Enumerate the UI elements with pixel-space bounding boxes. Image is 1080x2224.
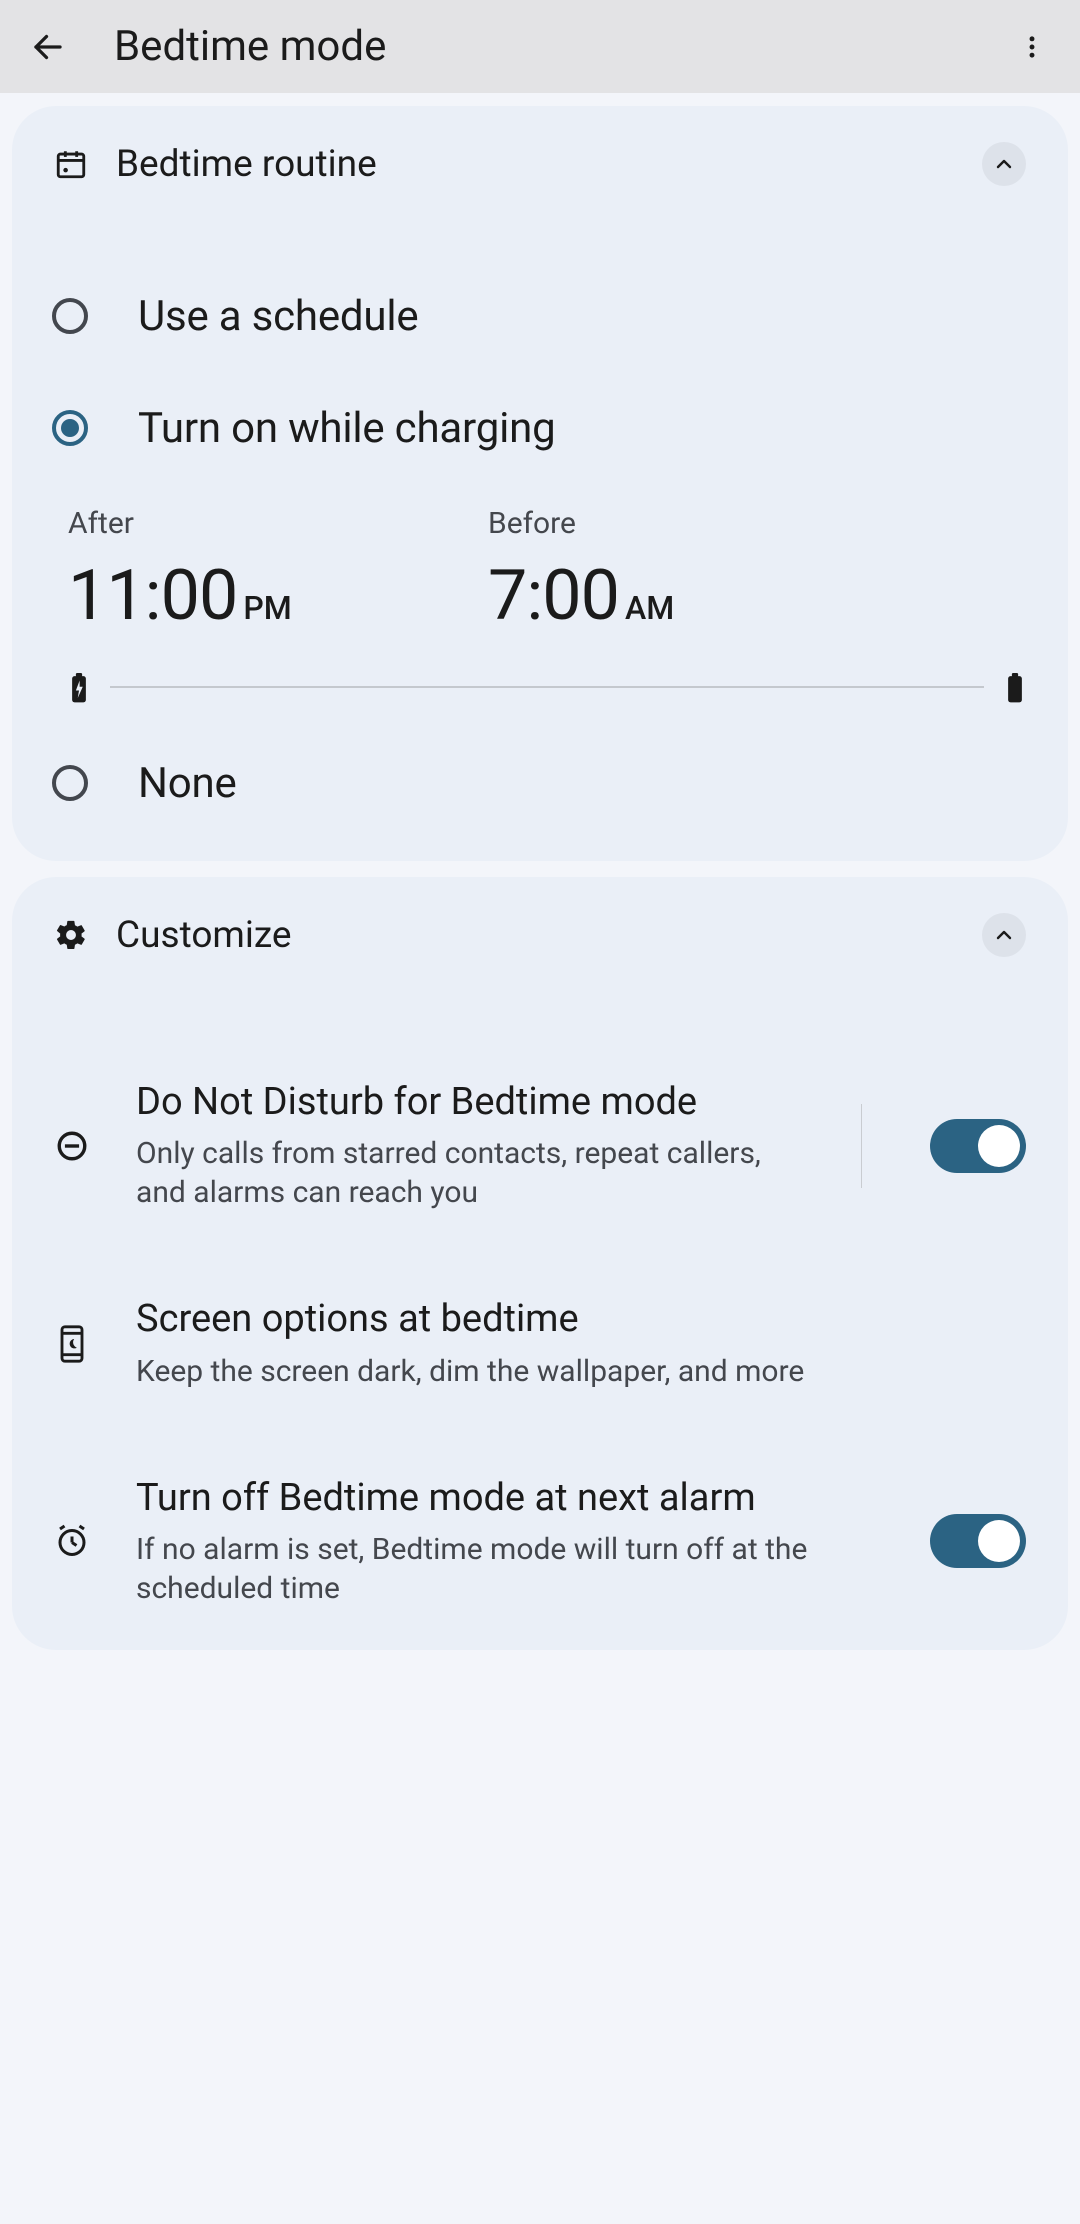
setting-text: Screen options at bedtime Keep the scree… [136, 1296, 1026, 1391]
after-label: After [68, 506, 488, 541]
radio-button [52, 298, 88, 334]
before-time-value: 7:00 [488, 555, 619, 637]
radio-label: Turn on while charging [138, 404, 555, 453]
setting-screen-options[interactable]: Screen options at bedtime Keep the scree… [54, 1254, 1026, 1433]
radio-turn-on-while-charging[interactable]: Turn on while charging [54, 372, 1026, 484]
setting-text: Turn off Bedtime mode at next alarm If n… [136, 1475, 884, 1608]
more-vertical-icon [1018, 33, 1046, 61]
after-time-value: 11:00 [68, 555, 237, 637]
setting-title: Do Not Disturb for Bedtime mode [136, 1079, 797, 1125]
time-range-slider[interactable] [68, 673, 1026, 701]
chevron-up-icon [992, 152, 1016, 176]
before-label: Before [488, 506, 1026, 541]
after-time[interactable]: After 11:00 PM [68, 506, 488, 637]
before-time-ampm: AM [625, 589, 674, 627]
before-time[interactable]: Before 7:00 AM [488, 506, 1026, 637]
dnd-toggle[interactable] [930, 1119, 1026, 1173]
setting-do-not-disturb[interactable]: Do Not Disturb for Bedtime mode Only cal… [54, 1037, 1026, 1254]
overflow-menu-button[interactable] [1004, 19, 1060, 75]
app-bar: Bedtime mode [0, 0, 1080, 93]
slider-track [110, 686, 984, 688]
radio-button-selected [52, 410, 88, 446]
arrow-back-icon [30, 29, 66, 65]
radio-none[interactable]: None [54, 727, 1026, 839]
setting-title: Turn off Bedtime mode at next alarm [136, 1475, 866, 1521]
gear-icon [54, 918, 88, 952]
back-button[interactable] [20, 19, 76, 75]
phone-screen-icon [54, 1326, 90, 1362]
customize-header[interactable]: Customize [54, 877, 1026, 993]
customize-card: Customize Do Not Disturb for Bedtime mod… [12, 877, 1068, 1650]
time-range-block: After 11:00 PM Before 7:00 AM [54, 484, 1026, 711]
battery-full-icon [1006, 673, 1024, 701]
radio-label: None [138, 759, 237, 808]
battery-charging-icon [70, 673, 88, 701]
setting-turn-off-at-alarm[interactable]: Turn off Bedtime mode at next alarm If n… [54, 1433, 1026, 1650]
alarm-icon [54, 1523, 90, 1559]
section-title: Customize [116, 914, 954, 957]
bedtime-routine-card: Bedtime routine Use a schedule Turn on w… [12, 106, 1068, 861]
setting-subtitle: Keep the screen dark, dim the wallpaper,… [136, 1353, 1026, 1391]
bedtime-routine-header[interactable]: Bedtime routine [54, 106, 1026, 222]
radio-label: Use a schedule [138, 292, 418, 341]
radio-button [52, 765, 88, 801]
page-title: Bedtime mode [114, 22, 1004, 71]
chevron-up-icon [992, 923, 1016, 947]
alarm-off-toggle[interactable] [930, 1514, 1026, 1568]
setting-text: Do Not Disturb for Bedtime mode Only cal… [136, 1079, 815, 1212]
radio-use-schedule[interactable]: Use a schedule [54, 260, 1026, 372]
calendar-icon [54, 147, 88, 181]
collapse-button[interactable] [982, 913, 1026, 957]
collapse-button[interactable] [982, 142, 1026, 186]
vertical-divider [861, 1104, 862, 1188]
setting-title: Screen options at bedtime [136, 1296, 1026, 1342]
setting-subtitle: Only calls from starred contacts, repeat… [136, 1135, 797, 1212]
do-not-disturb-icon [54, 1128, 90, 1164]
section-title: Bedtime routine [116, 143, 954, 186]
setting-subtitle: If no alarm is set, Bedtime mode will tu… [136, 1531, 866, 1608]
after-time-ampm: PM [243, 589, 291, 627]
